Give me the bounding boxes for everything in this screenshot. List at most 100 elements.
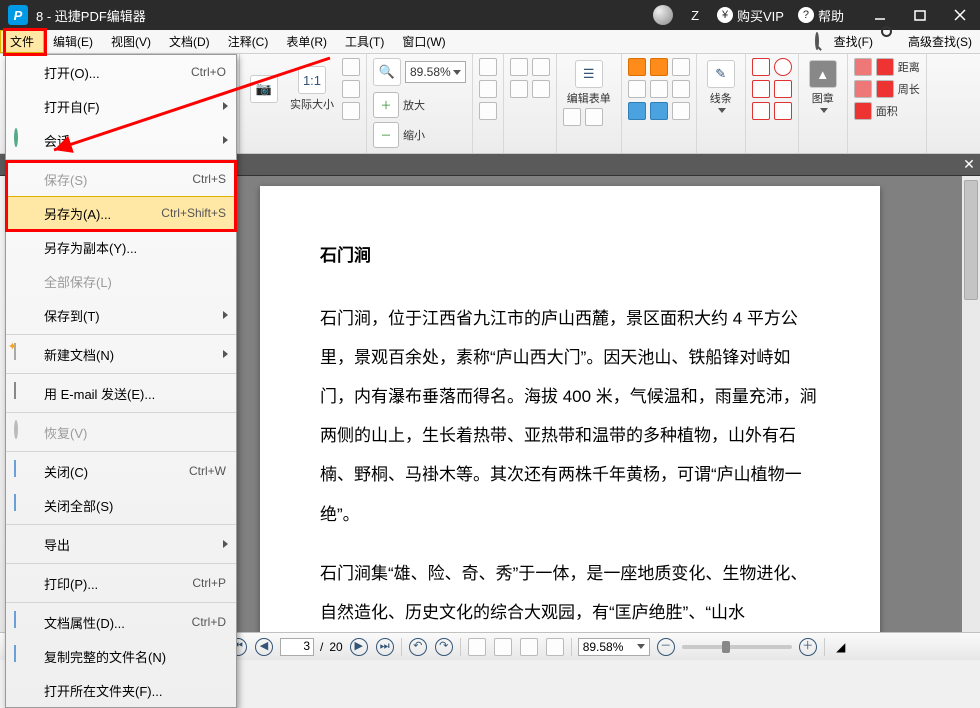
actual-size-button[interactable]: 1:1 实际大小 xyxy=(286,64,338,114)
menu-document[interactable]: 文档(D) xyxy=(160,30,219,53)
form-tool-b[interactable] xyxy=(585,108,603,126)
page-view[interactable]: 石门涧 石门涧，位于江西省九江市的庐山西麓，景区面积大约 4 平方公里，景观百余… xyxy=(260,186,880,632)
prev-page-button[interactable]: ◀ xyxy=(254,637,274,657)
line-shape-tool[interactable] xyxy=(752,80,770,98)
highlight-button[interactable] xyxy=(628,58,646,76)
text-edit-button[interactable] xyxy=(510,58,528,76)
line-tool-button[interactable]: ✎ 线条 xyxy=(703,58,739,115)
menu-comment[interactable]: 注释(C) xyxy=(219,30,278,53)
extra-4-button[interactable] xyxy=(545,637,565,657)
strike-button[interactable] xyxy=(672,80,690,98)
stamp-button[interactable]: ▲ 图章 xyxy=(805,58,841,115)
zoom-slider[interactable] xyxy=(682,645,792,649)
hand-tool-button[interactable] xyxy=(510,80,528,98)
buy-vip-button[interactable]: ¥ 购买VIP xyxy=(717,6,784,25)
menu-doc-props[interactable]: 文档属性(D)... Ctrl+D xyxy=(6,605,236,639)
menu-file[interactable]: 文件 xyxy=(0,30,44,53)
edit-form-button[interactable]: ☰ 编辑表单 xyxy=(563,58,615,108)
polygon-tool[interactable] xyxy=(752,102,770,120)
globe-icon[interactable] xyxy=(653,5,673,25)
fit-page-button[interactable] xyxy=(342,58,360,76)
zoom-out-small-button[interactable]: － xyxy=(656,637,676,657)
copy-name-icon xyxy=(14,646,34,666)
menu-form[interactable]: 表单(R) xyxy=(277,30,336,53)
select-tool-button[interactable] xyxy=(532,58,550,76)
extra-3-button[interactable] xyxy=(519,637,539,657)
menu-copy-filename[interactable]: 复制完整的文件名(N) xyxy=(6,639,236,673)
ribbon-group-edit xyxy=(504,54,557,153)
underline-button[interactable] xyxy=(628,80,646,98)
menu-restore[interactable]: 恢复(V) xyxy=(6,415,236,449)
next-page-button[interactable]: ▶ xyxy=(349,637,369,657)
nav-fwd-button[interactable]: ↷ xyxy=(434,637,454,657)
menu-view[interactable]: 视图(V) xyxy=(102,30,160,53)
zoom-combo[interactable]: 89.58% xyxy=(405,61,466,83)
zoom-out-button[interactable]: － xyxy=(373,122,399,148)
corner-button[interactable]: ◢ xyxy=(831,637,851,657)
zoom-select[interactable]: 89.58% xyxy=(578,638,650,656)
menu-new-doc[interactable]: 新建文档(N) xyxy=(6,337,236,371)
sound-button[interactable] xyxy=(672,102,690,120)
page-number-field[interactable]: 3 xyxy=(280,638,314,656)
menu-open-from[interactable]: 打开自(F) xyxy=(6,89,236,123)
scrollbar-thumb[interactable] xyxy=(964,180,978,300)
fit-width-button[interactable] xyxy=(342,80,360,98)
rotate-right-button[interactable] xyxy=(479,80,497,98)
oval-tool[interactable] xyxy=(774,58,792,76)
menu-edit[interactable]: 编辑(E) xyxy=(44,30,102,53)
nav-back-button[interactable]: ↶ xyxy=(408,637,428,657)
extra-1-button[interactable] xyxy=(467,637,487,657)
vertical-scrollbar[interactable] xyxy=(962,176,980,632)
app-logo: P xyxy=(8,5,28,25)
menu-session[interactable]: 会话 xyxy=(6,123,236,157)
close-window-button[interactable] xyxy=(940,0,980,30)
form-tool-a[interactable] xyxy=(563,108,581,126)
rotate-left-button[interactable] xyxy=(479,58,497,76)
user-label[interactable]: Z xyxy=(691,8,699,23)
menu-save-to[interactable]: 保存到(T) xyxy=(6,298,236,332)
camera-tool[interactable]: 📷 xyxy=(246,73,282,105)
rotate-other-button[interactable] xyxy=(479,102,497,120)
text-box-button[interactable] xyxy=(650,58,668,76)
squiggly-button[interactable] xyxy=(650,80,668,98)
typewriter-button[interactable] xyxy=(650,102,668,120)
menu-window[interactable]: 窗口(W) xyxy=(393,30,454,53)
fit-height-button[interactable] xyxy=(342,102,360,120)
eraser-tool[interactable] xyxy=(854,58,872,76)
perimeter-tool[interactable] xyxy=(876,80,894,98)
zoom-slider-knob[interactable] xyxy=(722,641,730,653)
zoom-in-small-button[interactable]: ＋ xyxy=(798,637,818,657)
perimeter-icon[interactable] xyxy=(854,80,872,98)
tab-close-button[interactable]: ✕ xyxy=(958,154,980,176)
snapshot-tool-button[interactable] xyxy=(532,80,550,98)
menu-save-as[interactable]: 另存为(A)... Ctrl+Shift+S xyxy=(6,196,236,230)
menu-email[interactable]: 用 E-mail 发送(E)... xyxy=(6,376,236,410)
menu-save-all[interactable]: 全部保存(L) xyxy=(6,264,236,298)
maximize-button[interactable] xyxy=(900,0,940,30)
distance-tool[interactable] xyxy=(876,58,894,76)
last-page-button[interactable]: ⏭ xyxy=(375,637,395,657)
menu-save-as-copy[interactable]: 另存为副本(Y)... xyxy=(6,230,236,264)
submenu-arrow-icon xyxy=(223,540,228,548)
note-button[interactable] xyxy=(672,58,690,76)
help-button[interactable]: ? 帮助 xyxy=(798,6,844,25)
menu-save[interactable]: 保存(S) Ctrl+S xyxy=(6,162,236,196)
menu-export[interactable]: 导出 xyxy=(6,527,236,561)
zoom-icon[interactable]: 🔍 xyxy=(373,58,401,86)
menu-print[interactable]: 打印(P)... Ctrl+P xyxy=(6,566,236,600)
zoom-in-button[interactable]: ＋ xyxy=(373,92,399,118)
menu-tools[interactable]: 工具(T) xyxy=(336,30,393,53)
menu-open-folder[interactable]: 打开所在文件夹(F)... xyxy=(6,673,236,707)
cloud-tool[interactable] xyxy=(774,102,792,120)
extra-2-button[interactable] xyxy=(493,637,513,657)
menu-close[interactable]: 关闭(C) Ctrl+W xyxy=(6,454,236,488)
menu-open[interactable]: 打开(O)... Ctrl+O xyxy=(6,55,236,89)
advanced-find-button[interactable]: 高级查找(S) xyxy=(881,33,980,50)
polyline-tool[interactable] xyxy=(774,80,792,98)
menu-close-all[interactable]: 关闭全部(S) xyxy=(6,488,236,522)
minimize-button[interactable] xyxy=(860,0,900,30)
rect-tool[interactable] xyxy=(752,58,770,76)
callout-button[interactable] xyxy=(628,102,646,120)
find-button[interactable]: 查找(F) xyxy=(807,33,881,50)
area-tool[interactable] xyxy=(854,102,872,120)
